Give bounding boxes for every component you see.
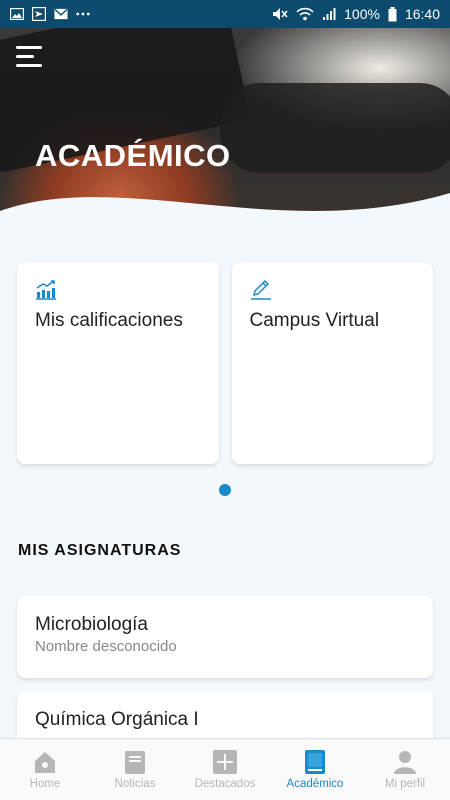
header-banner: ACADÉMICO [0,28,450,233]
nav-highlights-label: Destacados [194,778,256,790]
edit-icon [250,279,272,302]
signal-icon [322,7,336,21]
subjects-section-title: MIS ASIGNATURAS [18,542,182,559]
nav-home-label: Home [29,778,61,790]
subject-name: Química Orgánica I [35,709,199,730]
send-icon [32,7,46,21]
nav-home[interactable]: Home [0,739,90,800]
chart-icon [35,280,57,302]
subject-name: Microbiología [35,614,148,635]
grades-card[interactable]: Mis calificaciones [17,262,219,464]
carousel-indicator[interactable] [219,484,231,496]
subject-card-microbiologia[interactable]: Microbiología Nombre desconocido [17,596,433,678]
nav-academic-label: Académico [286,778,344,790]
mail-icon [54,7,68,21]
status-bar-notifications [10,7,90,21]
subject-teacher: Nombre desconocido [35,638,177,655]
campus-virtual-card-label: Campus Virtual [249,310,380,331]
nav-news[interactable]: Noticias [90,739,180,800]
status-bar-system: 100% 16:40 [272,6,440,22]
bottom-navigation: Home Noticias Destacados Académico Mi pe… [0,738,450,800]
menu-icon[interactable] [16,46,46,68]
graduation-cap-shadow [220,83,450,173]
nav-profile[interactable]: Mi perfil [360,739,450,800]
shortcut-cards: Mis calificaciones Campus Virtual [17,262,433,464]
news-icon [125,751,145,774]
nav-academic[interactable]: Académico [270,739,360,800]
wifi-icon [296,7,314,21]
home-icon [35,752,55,773]
clock: 16:40 [404,6,440,22]
grades-card-label: Mis calificaciones [35,310,183,331]
battery-icon [388,6,397,22]
campus-virtual-card[interactable]: Campus Virtual [231,262,433,464]
status-bar: 100% 16:40 [0,0,450,28]
image-icon [10,7,24,21]
battery-level: 100% [344,6,380,22]
nav-highlights[interactable]: Destacados [180,739,270,800]
page-title: ACADÉMICO [35,138,231,173]
more-icon [76,7,90,21]
nav-profile-label: Mi perfil [384,778,426,790]
plus-icon [213,750,237,774]
nav-news-label: Noticias [114,778,156,790]
mute-icon [272,7,288,21]
book-icon [305,750,325,774]
profile-icon [394,751,416,774]
